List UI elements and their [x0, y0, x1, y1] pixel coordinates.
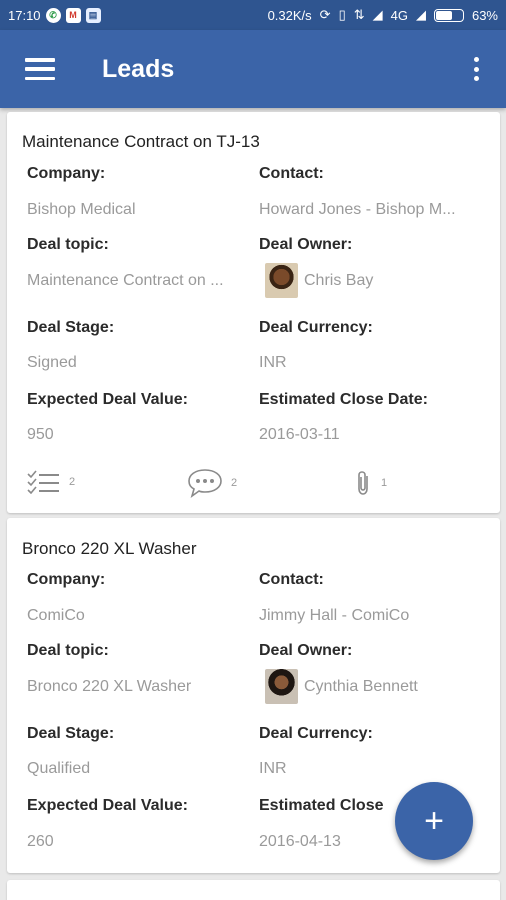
deal-owner-label: Deal Owner: [259, 642, 353, 659]
company-label: Company: [27, 165, 106, 182]
paperclip-icon [355, 470, 373, 496]
lead-actions: 2 2 1 [27, 468, 480, 498]
deal-stage-value: Qualified [27, 760, 91, 777]
deal-owner-name: Chris Bay [304, 271, 374, 289]
page-title: Leads [102, 54, 175, 83]
menu-icon[interactable] [25, 58, 55, 80]
deal-owner[interactable]: Chris Bay [265, 263, 373, 298]
contact-label: Contact: [259, 571, 324, 588]
whatsapp-icon: ✆ [45, 7, 61, 23]
sync-icon: ⟳ [319, 7, 331, 22]
attachments-button[interactable]: 1 [355, 470, 387, 496]
avatar [265, 263, 298, 298]
contact-value[interactable]: Jimmy Hall - ComiCo [259, 607, 409, 625]
message-icon: ▤ [85, 7, 101, 23]
deal-topic-label: Deal topic: [27, 642, 109, 659]
deal-topic-value: Maintenance Contract on ... [27, 272, 224, 289]
tasks-button[interactable]: 2 [27, 470, 75, 494]
deal-stage-value: Signed [27, 354, 77, 371]
lead-card[interactable]: Maintenance Contract on TJ-13 Company: C… [7, 112, 500, 513]
network-type: 4G [390, 7, 408, 23]
deal-currency-label: Deal Currency: [259, 319, 373, 336]
gmail-icon: M [65, 7, 81, 23]
avatar [265, 669, 298, 704]
comments-button[interactable]: 2 [187, 468, 237, 498]
app-bar: Leads [0, 30, 506, 108]
close-date-label: Estimated Close Date: [259, 391, 428, 408]
checklist-icon [27, 470, 61, 494]
battery-icon [433, 8, 464, 22]
signal-icon-2: ◢ [415, 7, 426, 22]
expected-value-label: Expected Deal Value: [27, 391, 188, 408]
tasks-count: 2 [69, 476, 76, 488]
deal-topic-label: Deal topic: [27, 236, 109, 253]
lead-title: Bronco 220 XL Washer [22, 539, 197, 558]
company-value: Bishop Medical [27, 201, 136, 218]
close-date-label: Estimated Close [259, 797, 384, 814]
expected-value: 260 [27, 833, 54, 850]
deal-stage-label: Deal Stage: [27, 725, 115, 742]
deal-currency-label: Deal Currency: [259, 725, 373, 742]
close-date-value: 2016-04-13 [259, 833, 341, 850]
expected-value-label: Expected Deal Value: [27, 797, 188, 814]
vibrate-icon: ▯ [338, 7, 346, 22]
deal-owner-label: Deal Owner: [259, 236, 353, 253]
contact-value[interactable]: Howard Jones - Bishop M... [259, 201, 456, 219]
contact-label: Contact: [259, 165, 324, 182]
status-time: 17:10 [8, 7, 41, 23]
comments-count: 2 [231, 477, 238, 489]
deal-owner-name: Cynthia Bennett [304, 677, 418, 695]
deal-owner[interactable]: Cynthia Bennett [265, 669, 418, 704]
deal-currency-value: INR [259, 760, 287, 777]
battery-percent: 63% [471, 7, 498, 23]
close-date-value: 2016-03-11 [259, 426, 340, 443]
expected-value: 950 [27, 426, 54, 443]
attachments-count: 1 [381, 477, 388, 489]
status-bar: 17:10 ✆ M ▤ 0.32K/s ⟳ ▯ ⇅ ◢ 4G ◢ 63% [0, 0, 506, 30]
deal-stage-label: Deal Stage: [27, 319, 115, 336]
lead-card[interactable] [7, 880, 500, 900]
deal-currency-value: INR [259, 354, 287, 371]
signal-icon: ◢ [372, 7, 383, 22]
data-transfer-icon: ⇅ [353, 7, 365, 22]
add-lead-button[interactable]: + [395, 782, 473, 860]
lead-title: Maintenance Contract on TJ-13 [22, 132, 260, 151]
plus-icon: + [424, 801, 444, 840]
network-speed: 0.32K/s [267, 7, 312, 23]
more-options-icon[interactable] [472, 57, 480, 81]
company-label: Company: [27, 571, 106, 588]
comment-icon [187, 468, 223, 498]
deal-topic-value: Bronco 220 XL Washer [27, 678, 192, 695]
company-value: ComiCo [27, 607, 85, 624]
